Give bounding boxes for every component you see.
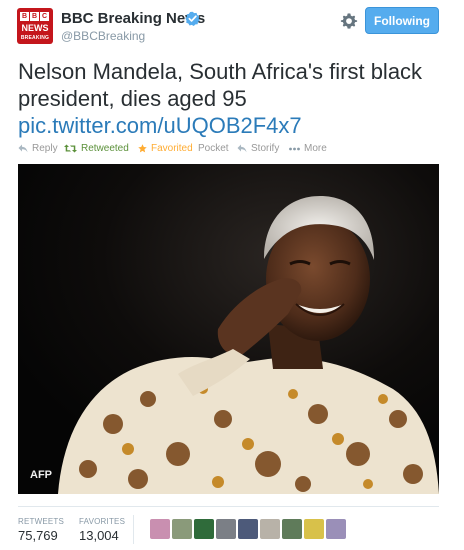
avatar-breaking-text: BREAKING xyxy=(20,35,50,41)
avatar-letter-c: C xyxy=(40,12,49,21)
photo-credit: AFP xyxy=(30,469,52,481)
favorites-stat[interactable]: FAVORITES 13,004 xyxy=(79,517,125,543)
reply-label: Reply xyxy=(32,143,58,154)
following-button[interactable]: Following xyxy=(365,7,439,34)
tweet-card: B B C NEWS BREAKING BBC Breaking News @B… xyxy=(0,0,464,550)
bbc-avatar[interactable]: B B C NEWS BREAKING xyxy=(17,8,53,44)
favorite-action[interactable]: Favorited xyxy=(138,143,193,154)
avatar-letter-b2: B xyxy=(30,12,39,21)
storify-label: Storify xyxy=(251,143,280,154)
favoriter-avatar[interactable] xyxy=(194,519,214,539)
tweet-media-link[interactable]: pic.twitter.com/uUQOB2F4x7 xyxy=(18,113,302,138)
favoriter-avatar[interactable] xyxy=(304,519,324,539)
more-dots-icon xyxy=(289,147,300,150)
retweets-label: RETWEETS xyxy=(18,517,65,526)
more-label: More xyxy=(304,143,327,154)
user-handle[interactable]: @BBCBreaking xyxy=(61,29,145,43)
mandela-portrait-image xyxy=(18,164,439,494)
avatar-letter-b1: B xyxy=(20,12,29,21)
favoriter-avatar[interactable] xyxy=(282,519,302,539)
tweet-body: Nelson Mandela, South Africa's first bla… xyxy=(18,59,423,111)
favoriter-avatar[interactable] xyxy=(150,519,170,539)
storify-icon xyxy=(237,144,247,153)
more-action[interactable]: More xyxy=(289,143,327,154)
retweet-icon xyxy=(64,144,77,153)
reply-icon xyxy=(18,144,28,153)
stats-divider xyxy=(18,506,439,507)
favoriter-avatar[interactable] xyxy=(172,519,192,539)
star-icon xyxy=(138,144,147,153)
pocket-label: Pocket xyxy=(198,143,229,154)
retweets-count: 75,769 xyxy=(18,528,58,543)
retweeted-label: Retweeted xyxy=(81,143,129,154)
tweet-photo[interactable]: AFP xyxy=(18,164,439,494)
retweets-stat[interactable]: RETWEETS 75,769 xyxy=(18,517,64,543)
avatar-news-text: NEWS xyxy=(21,23,49,33)
pocket-action[interactable]: Pocket xyxy=(198,143,229,154)
favoriter-avatar[interactable] xyxy=(260,519,280,539)
tweet-text: Nelson Mandela, South Africa's first bla… xyxy=(18,58,448,139)
verified-icon xyxy=(185,11,200,26)
favorites-label: FAVORITES xyxy=(79,517,126,526)
display-name[interactable]: BBC Breaking News xyxy=(61,10,205,27)
reply-action[interactable]: Reply xyxy=(18,143,58,154)
favoriter-avatar[interactable] xyxy=(326,519,346,539)
stats-separator xyxy=(133,515,134,544)
favorited-label: Favorited xyxy=(151,143,193,154)
gear-icon[interactable] xyxy=(340,12,358,30)
favoriter-avatar[interactable] xyxy=(216,519,236,539)
storify-action[interactable]: Storify xyxy=(237,143,279,154)
favoriter-avatar[interactable] xyxy=(238,519,258,539)
retweet-action[interactable]: Retweeted xyxy=(64,143,129,154)
favorites-count: 13,004 xyxy=(79,528,119,543)
